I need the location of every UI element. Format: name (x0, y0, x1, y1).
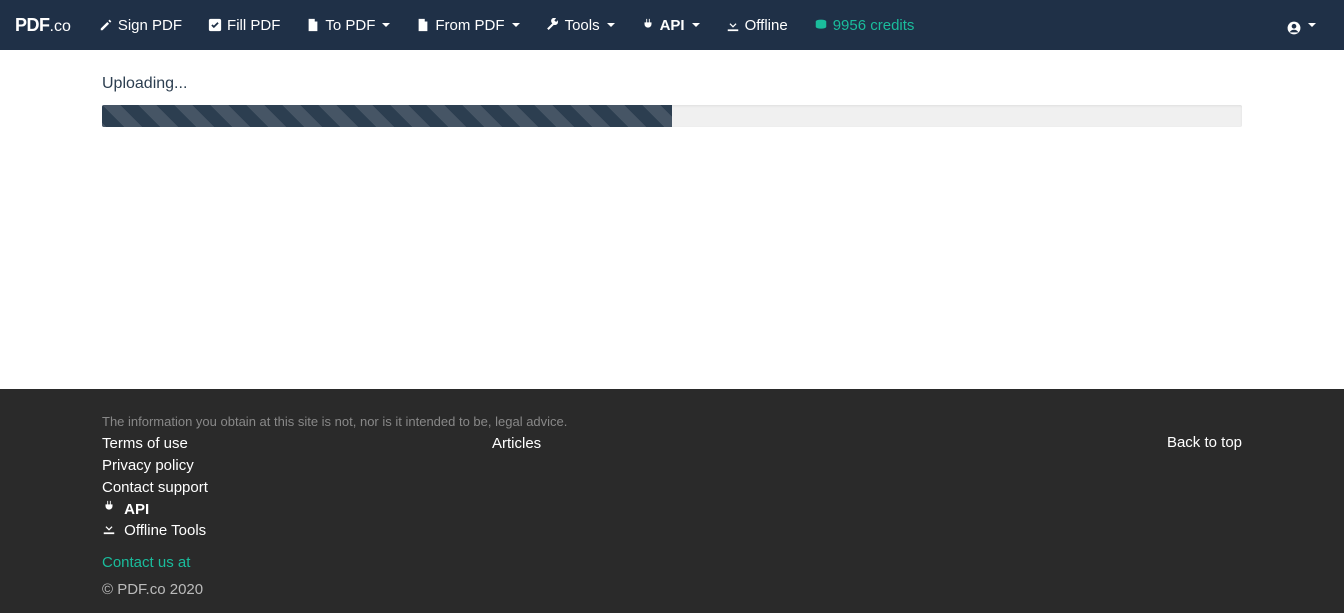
footer-contact-us[interactable]: Contact us at (102, 554, 190, 571)
footer-privacy-link[interactable]: Privacy policy (102, 455, 492, 477)
coins-icon (814, 18, 828, 32)
nav-to-pdf[interactable]: To PDF (293, 3, 403, 48)
nav-from-pdf[interactable]: From PDF (403, 3, 532, 48)
uploading-label: Uploading... (102, 75, 1242, 93)
download-icon (726, 18, 740, 32)
plug-icon (102, 500, 116, 514)
wrench-icon (546, 18, 560, 32)
footer-offline-link[interactable]: Offline Tools (102, 520, 492, 542)
nav-sign-pdf[interactable]: Sign PDF (86, 3, 195, 48)
nav-fill-pdf[interactable]: Fill PDF (195, 3, 293, 48)
caret-down-icon (607, 23, 615, 27)
nav-credits[interactable]: 9956 credits (801, 3, 928, 48)
download-icon (102, 521, 116, 535)
back-to-top-link[interactable]: Back to top (1167, 434, 1242, 451)
brand-part1: PDF (15, 15, 50, 36)
file-icon (416, 18, 430, 32)
caret-down-icon (1308, 23, 1316, 27)
footer-terms-link[interactable]: Terms of use (102, 433, 492, 455)
footer-articles-link[interactable]: Articles (492, 433, 882, 455)
nav-tools[interactable]: Tools (533, 3, 628, 48)
caret-down-icon (692, 23, 700, 27)
caret-down-icon (382, 23, 390, 27)
nav-api[interactable]: API (628, 3, 713, 48)
nav-label: To PDF (325, 17, 375, 34)
nav-label: From PDF (435, 17, 504, 34)
footer-link-label: API (124, 501, 149, 518)
upload-progress-bar (102, 105, 672, 127)
check-square-icon (208, 18, 222, 32)
footer-inner: The information you obtain at this site … (102, 414, 1242, 598)
nav-label: API (660, 17, 685, 34)
nav-items: Sign PDF Fill PDF To PDF From PDF Tools … (86, 3, 1274, 48)
nav-label: Offline (745, 17, 788, 34)
nav-user-menu[interactable] (1274, 4, 1329, 46)
footer-columns: Terms of use Privacy policy Contact supp… (102, 433, 1242, 542)
caret-down-icon (512, 23, 520, 27)
pencil-icon (99, 18, 113, 32)
nav-label: Fill PDF (227, 17, 280, 34)
nav-label: 9956 credits (833, 17, 915, 34)
footer-support-link[interactable]: Contact support (102, 477, 492, 499)
nav-offline[interactable]: Offline (713, 3, 801, 48)
footer-copyright: © PDF.co 2020 (102, 581, 1242, 598)
footer-col-2: Articles (492, 433, 882, 542)
nav-right (1274, 4, 1329, 46)
footer-col-1: Terms of use Privacy policy Contact supp… (102, 433, 492, 542)
footer-api-link[interactable]: API (102, 499, 492, 521)
navbar: PDF.co Sign PDF Fill PDF To PDF From PDF… (0, 0, 1344, 50)
brand-logo[interactable]: PDF.co (15, 15, 71, 36)
main-content: Uploading... (102, 50, 1242, 389)
footer-disclaimer: The information you obtain at this site … (102, 414, 1242, 429)
file-icon (306, 18, 320, 32)
user-circle-icon (1287, 18, 1301, 32)
nav-label: Sign PDF (118, 17, 182, 34)
nav-label: Tools (565, 17, 600, 34)
footer-link-label: Offline Tools (124, 522, 206, 539)
upload-progress (102, 105, 1242, 127)
footer: The information you obtain at this site … (0, 389, 1344, 613)
plug-icon (641, 18, 655, 32)
brand-part2: .co (50, 18, 71, 36)
